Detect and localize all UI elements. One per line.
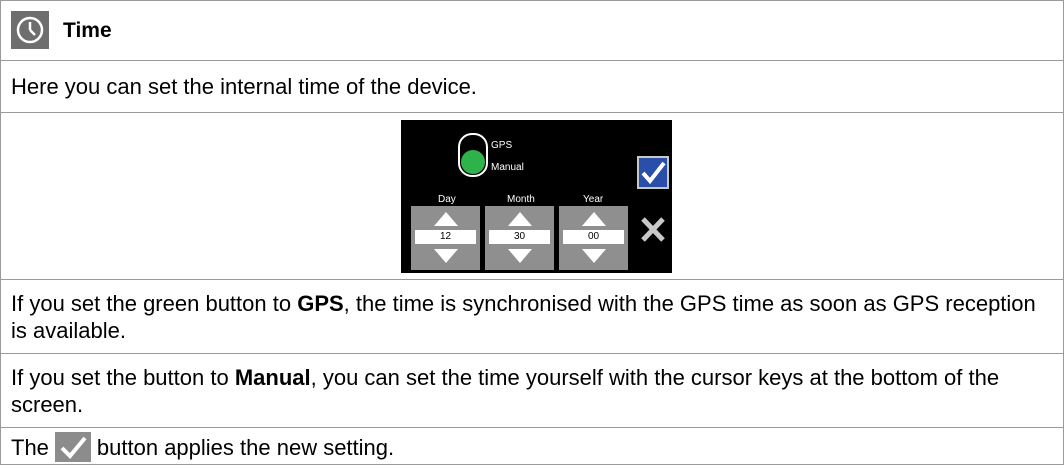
month-down-arrow-icon[interactable] [508, 249, 532, 263]
gps-bold: GPS [297, 291, 344, 316]
month-value: 30 [489, 230, 550, 244]
cancel-button[interactable] [637, 213, 669, 246]
day-down-arrow-icon[interactable] [434, 249, 458, 263]
month-up-arrow-icon[interactable] [508, 212, 532, 226]
toggle-knob [461, 150, 485, 174]
help-table: Time Here you can set the internal time … [0, 0, 1064, 465]
gps-paragraph: If you set the green button to GPS, the … [11, 290, 1043, 344]
year-label: Year [583, 194, 604, 205]
day-spinner: 12 [411, 206, 480, 270]
manual-paragraph: If you set the button to Manual, you can… [11, 364, 1043, 418]
gps-paragraph-row: If you set the green button to GPS, the … [1, 279, 1063, 354]
gps-text-before: If you set the green button to [11, 291, 298, 316]
year-up-arrow-icon[interactable] [582, 212, 606, 226]
checkmark-icon [54, 432, 91, 462]
year-down-arrow-icon[interactable] [582, 249, 606, 263]
intro-text: Here you can set the internal time of th… [11, 74, 477, 99]
checkmark-icon [641, 161, 666, 185]
confirm-button[interactable] [637, 156, 669, 189]
day-value: 12 [415, 230, 476, 244]
month-spinner: 30 [485, 206, 554, 270]
section-header-row: Time [1, 1, 1063, 60]
toggle-label-gps: GPS [491, 140, 513, 151]
device-screen: GPS Manual Day Month Year 12 30 00 [401, 120, 672, 273]
intro-row: Here you can set the internal time of th… [1, 60, 1063, 113]
apply-text-after: button applies the new setting. [96, 434, 395, 460]
manual-bold: Manual [234, 365, 311, 390]
manual-text-before: If you set the button to [11, 365, 235, 390]
clock-icon [11, 11, 49, 49]
close-icon [641, 217, 665, 242]
toggle-label-manual: Manual [491, 162, 524, 173]
section-title: Time [63, 19, 112, 42]
apply-text-before: The [11, 434, 49, 460]
month-label: Month [507, 194, 535, 205]
apply-paragraph-row: The button applies the new setting. [1, 427, 1063, 465]
year-spinner: 00 [559, 206, 628, 270]
day-label: Day [438, 194, 456, 205]
year-value: 00 [563, 230, 624, 244]
screenshot-row: GPS Manual Day Month Year 12 30 00 [1, 112, 1063, 280]
gps-manual-toggle[interactable] [458, 133, 488, 177]
manual-paragraph-row: If you set the button to Manual, you can… [1, 353, 1063, 428]
day-up-arrow-icon[interactable] [434, 212, 458, 226]
apply-paragraph: The button applies the new setting. [11, 432, 1043, 462]
